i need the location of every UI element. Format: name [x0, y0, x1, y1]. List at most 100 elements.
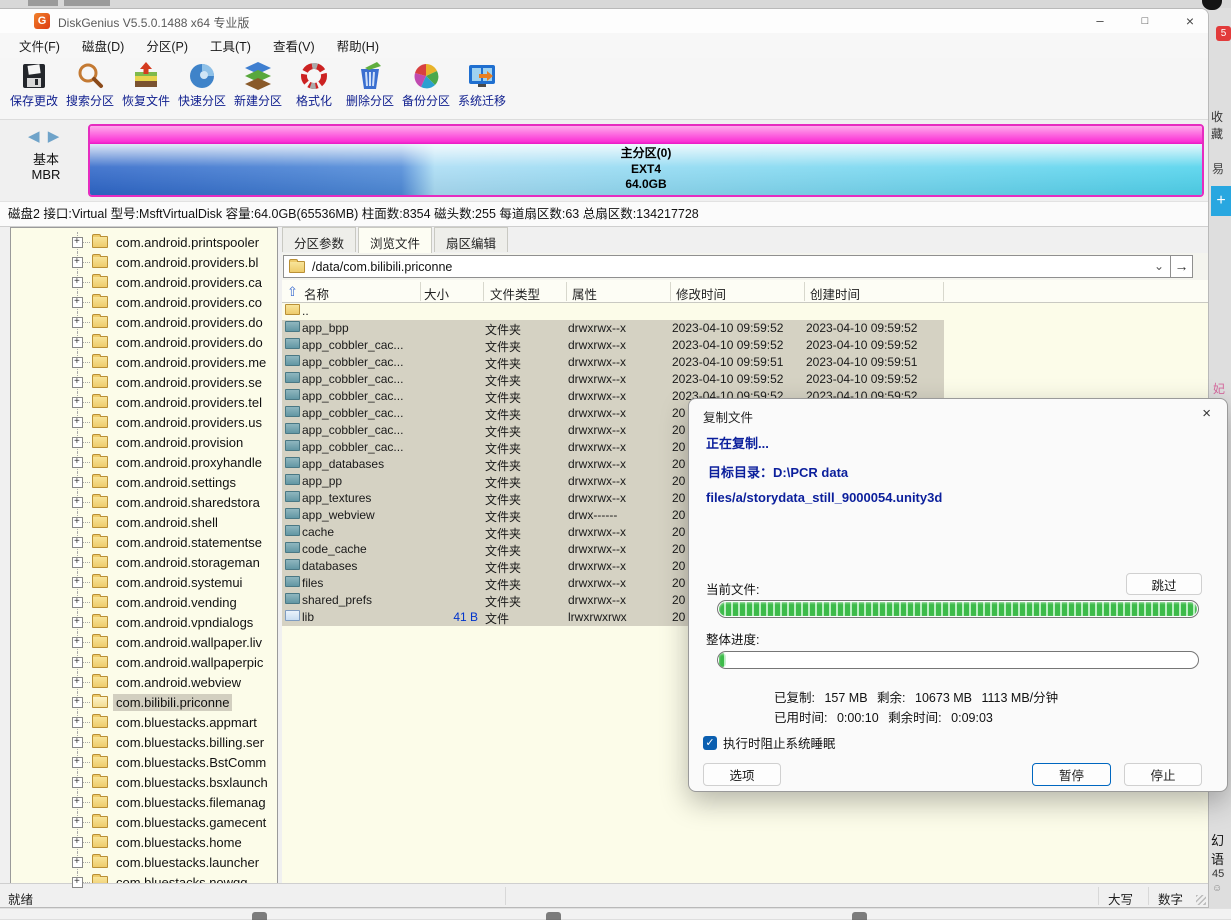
expand-plus-icon[interactable]: [72, 296, 83, 308]
file-row[interactable]: app_bpp 文件夹 drwxrwx--x 2023-04-10 09:59:…: [282, 320, 1208, 337]
chevron-down-icon[interactable]: ⌄: [1154, 259, 1164, 273]
disk-bar[interactable]: 主分区(0) EXT4 64.0GB: [88, 124, 1204, 197]
expand-plus-icon[interactable]: [72, 756, 83, 768]
file-row[interactable]: app_cobbler_cac... 文件夹 drwxrwx--x 2023-0…: [282, 371, 1208, 388]
tree-item[interactable]: com.android.vending: [11, 592, 277, 612]
file-row[interactable]: ..: [282, 303, 1208, 320]
save-changes-button[interactable]: 保存更改: [6, 61, 62, 117]
col-type[interactable]: 文件类型: [490, 284, 540, 303]
expand-plus-icon[interactable]: [72, 396, 83, 408]
col-name[interactable]: 名称: [304, 284, 329, 303]
expand-plus-icon[interactable]: [72, 496, 83, 508]
recover-files-button[interactable]: 恢复文件: [118, 61, 174, 117]
expand-plus-icon[interactable]: [72, 796, 83, 808]
tree-item[interactable]: com.bluestacks.BstComm: [11, 752, 277, 772]
quick-partition-button[interactable]: 快速分区: [174, 61, 230, 117]
expand-plus-icon[interactable]: [72, 256, 83, 268]
expand-plus-icon[interactable]: [72, 336, 83, 348]
menu-help[interactable]: 帮助(H): [328, 33, 388, 58]
expand-plus-icon[interactable]: [72, 656, 83, 668]
tree-item[interactable]: com.bluestacks.filemanag: [11, 792, 277, 812]
expand-plus-icon[interactable]: [72, 376, 83, 388]
maximize-button[interactable]: □: [1128, 11, 1162, 31]
tree-item[interactable]: com.bluestacks.launcher: [11, 852, 277, 872]
tree-item[interactable]: com.android.providers.se: [11, 372, 277, 392]
disk-nav-arrows[interactable]: ◀ ▶: [28, 127, 61, 145]
col-ctime[interactable]: 创建时间: [810, 284, 860, 303]
partition-block[interactable]: 主分区(0) EXT4 64.0GB: [90, 144, 1202, 195]
tree-item[interactable]: com.bluestacks.gamecent: [11, 812, 277, 832]
tree-item[interactable]: com.android.vpndialogs: [11, 612, 277, 632]
tree-item[interactable]: com.bluestacks.billing.ser: [11, 732, 277, 752]
file-row[interactable]: app_cobbler_cac... 文件夹 drwxrwx--x 2023-0…: [282, 354, 1208, 371]
tree-item[interactable]: com.android.wallpaperpic: [11, 652, 277, 672]
tab-sector-edit[interactable]: 扇区编辑: [434, 227, 509, 252]
col-mtime[interactable]: 修改时间: [676, 284, 726, 303]
tree-item[interactable]: com.android.sharedstora: [11, 492, 277, 512]
expand-plus-icon[interactable]: [72, 456, 83, 468]
expand-plus-icon[interactable]: [72, 636, 83, 648]
tree-item[interactable]: com.android.providers.do: [11, 332, 277, 352]
tree-item[interactable]: com.android.providers.tel: [11, 392, 277, 412]
tree-item[interactable]: com.android.providers.bl: [11, 252, 277, 272]
dialog-close-icon[interactable]: ×: [1202, 405, 1211, 422]
tree-item[interactable]: com.android.providers.us: [11, 412, 277, 432]
tree-item[interactable]: com.android.providers.co: [11, 292, 277, 312]
checkbox-checked-icon[interactable]: ✓: [703, 735, 717, 750]
tree-item[interactable]: com.android.printspooler: [11, 232, 277, 252]
expand-plus-icon[interactable]: [72, 476, 83, 488]
tree-item[interactable]: com.android.providers.me: [11, 352, 277, 372]
expand-plus-icon[interactable]: [72, 736, 83, 748]
tab-partition-params[interactable]: 分区参数: [282, 227, 357, 252]
path-go-button[interactable]: →: [1171, 255, 1193, 278]
system-migrate-button[interactable]: 系统迁移: [454, 61, 510, 117]
expand-plus-icon[interactable]: [72, 816, 83, 828]
tree-item[interactable]: com.bluestacks.bsxlaunch: [11, 772, 277, 792]
expand-plus-icon[interactable]: [72, 276, 83, 288]
expand-plus-icon[interactable]: [72, 316, 83, 328]
tree-item[interactable]: com.android.providers.ca: [11, 272, 277, 292]
backup-partition-button[interactable]: 备份分区: [398, 61, 454, 117]
tree-item[interactable]: com.android.wallpaper.liv: [11, 632, 277, 652]
tree-item[interactable]: com.bluestacks.home: [11, 832, 277, 852]
skip-button[interactable]: 跳过: [1126, 573, 1202, 595]
search-partition-button[interactable]: 搜索分区: [62, 61, 118, 117]
tree-item[interactable]: com.android.proxyhandle: [11, 452, 277, 472]
menu-view[interactable]: 查看(V): [264, 33, 324, 58]
tree-item[interactable]: com.android.webview: [11, 672, 277, 692]
expand-plus-icon[interactable]: [72, 876, 83, 888]
expand-plus-icon[interactable]: [72, 416, 83, 428]
tree-item[interactable]: com.android.settings: [11, 472, 277, 492]
expand-plus-icon[interactable]: [72, 676, 83, 688]
menu-partition[interactable]: 分区(P): [137, 33, 197, 58]
expand-plus-icon[interactable]: [72, 776, 83, 788]
pause-button[interactable]: 暂停: [1032, 763, 1111, 786]
col-attr[interactable]: 属性: [572, 284, 597, 303]
tree-item[interactable]: com.android.providers.do: [11, 312, 277, 332]
expand-plus-icon[interactable]: [72, 856, 83, 868]
close-button[interactable]: ×: [1173, 11, 1207, 31]
menu-file[interactable]: 文件(F): [10, 33, 69, 58]
expand-plus-icon[interactable]: [72, 436, 83, 448]
new-partition-button[interactable]: 新建分区: [230, 61, 286, 117]
expand-plus-icon[interactable]: [72, 536, 83, 548]
file-row[interactable]: app_cobbler_cac... 文件夹 drwxrwx--x 2023-0…: [282, 337, 1208, 354]
tree-item[interactable]: com.bluestacks.appmart: [11, 712, 277, 732]
tree-item[interactable]: com.android.shell: [11, 512, 277, 532]
tree-item[interactable]: com.android.statementse: [11, 532, 277, 552]
expand-plus-icon[interactable]: [72, 356, 83, 368]
tree-item[interactable]: com.bilibili.priconne: [11, 692, 277, 712]
expand-plus-icon[interactable]: [72, 236, 83, 248]
prevent-sleep-checkbox-row[interactable]: ✓ 执行时阻止系统睡眠: [703, 733, 836, 752]
tab-browse-files[interactable]: 浏览文件: [358, 227, 433, 253]
path-combobox[interactable]: /data/com.bilibili.priconne ⌄: [283, 255, 1171, 278]
expand-plus-icon[interactable]: [72, 516, 83, 528]
expand-plus-icon[interactable]: [72, 556, 83, 568]
tree-item[interactable]: com.android.systemui: [11, 572, 277, 592]
expand-plus-icon[interactable]: [72, 576, 83, 588]
delete-partition-button[interactable]: 删除分区: [342, 61, 398, 117]
minimize-button[interactable]: –: [1083, 11, 1117, 31]
tree-item[interactable]: com.android.storageman: [11, 552, 277, 572]
col-size[interactable]: 大小: [424, 284, 449, 303]
resize-grip[interactable]: [1196, 895, 1206, 905]
